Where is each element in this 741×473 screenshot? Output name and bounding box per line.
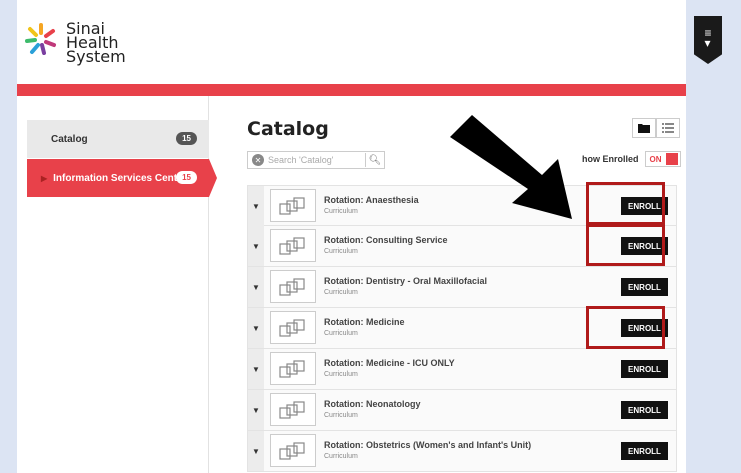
curriculum-thumbnail-icon bbox=[270, 311, 316, 344]
item-title[interactable]: Rotation: Dentistry - Oral Maxillofacial bbox=[324, 276, 487, 286]
highlight-box bbox=[586, 224, 665, 266]
logo-line-3: System bbox=[66, 47, 126, 66]
search-placeholder: Search 'Catalog' bbox=[268, 155, 334, 165]
item-subtitle: Curriculum bbox=[324, 289, 358, 296]
curriculum-thumbnail-icon bbox=[270, 270, 316, 303]
expand-caret-icon[interactable]: ▼ bbox=[248, 267, 264, 307]
item-title[interactable]: Rotation: Anaesthesia bbox=[324, 195, 419, 205]
curriculum-thumbnail-icon bbox=[270, 189, 316, 222]
expand-caret-icon[interactable]: ▼ bbox=[248, 390, 264, 430]
folder-view-icon[interactable] bbox=[632, 118, 656, 138]
expand-caret-icon[interactable]: ▼ bbox=[248, 349, 264, 389]
sinai-logo[interactable]: Sinai Health System bbox=[24, 21, 126, 66]
logo-text: Sinai Health System bbox=[66, 21, 126, 66]
enroll-button[interactable]: ENROLL bbox=[621, 442, 668, 460]
curriculum-thumbnail-icon bbox=[270, 229, 316, 262]
list-view-icon[interactable] bbox=[656, 118, 680, 138]
star-logo-icon bbox=[25, 23, 56, 55]
item-subtitle: Curriculum bbox=[324, 330, 358, 337]
sidebar-item-label: Information Services Centr... bbox=[53, 172, 189, 184]
count-badge: 15 bbox=[176, 171, 197, 184]
sidebar-item-information-services[interactable]: ▶ Information Services Centr... 15 bbox=[27, 159, 217, 197]
header-bar bbox=[17, 84, 686, 96]
enroll-button[interactable]: ENROLL bbox=[621, 360, 668, 378]
curriculum-thumbnail-icon bbox=[270, 352, 316, 385]
search-icon[interactable]: 🔍︎ bbox=[366, 155, 384, 166]
item-subtitle: Curriculum bbox=[324, 248, 358, 255]
curriculum-thumbnail-icon bbox=[270, 434, 316, 467]
toggle-label: ON bbox=[649, 154, 662, 164]
list-item[interactable]: ▼ Rotation: Medicine - ICU ONLY Curricul… bbox=[247, 349, 677, 390]
item-title[interactable]: Rotation: Medicine - ICU ONLY bbox=[324, 358, 455, 368]
enroll-button[interactable]: ENROLL bbox=[621, 278, 668, 296]
item-title[interactable]: Rotation: Obstetrics (Women's and Infant… bbox=[324, 440, 531, 450]
list-item[interactable]: ▼ Rotation: Neonatology Curriculum ENROL… bbox=[247, 390, 677, 431]
highlight-box bbox=[586, 306, 665, 349]
clear-icon[interactable]: ✕ bbox=[252, 154, 264, 166]
arrow-icon bbox=[450, 115, 572, 219]
item-title[interactable]: Rotation: Neonatology bbox=[324, 399, 421, 409]
expand-caret-icon[interactable]: ▼ bbox=[248, 226, 264, 266]
list-item[interactable]: ▼ Rotation: Obstetrics (Women's and Infa… bbox=[247, 431, 677, 472]
item-subtitle: Curriculum bbox=[324, 371, 358, 378]
count-badge: 15 bbox=[176, 132, 197, 145]
expand-caret-icon[interactable]: ▼ bbox=[248, 431, 264, 471]
item-subtitle: Curriculum bbox=[324, 412, 358, 419]
highlight-box bbox=[586, 182, 665, 225]
toggle-knob bbox=[665, 153, 678, 165]
item-title[interactable]: Rotation: Medicine bbox=[324, 317, 405, 327]
caret-right-icon: ▶ bbox=[41, 173, 48, 183]
sidebar-item-catalog[interactable]: Catalog 15 bbox=[27, 120, 209, 158]
expand-caret-icon[interactable]: ▼ bbox=[248, 308, 264, 348]
page-title: Catalog bbox=[247, 118, 329, 140]
list-item[interactable]: ▼ Rotation: Dentistry - Oral Maxillofaci… bbox=[247, 267, 677, 308]
item-subtitle: Curriculum bbox=[324, 208, 358, 215]
sidebar: Catalog 15 ▶ Information Services Centr.… bbox=[17, 96, 217, 473]
enroll-button[interactable]: ENROLL bbox=[621, 401, 668, 419]
item-subtitle: Curriculum bbox=[324, 453, 358, 460]
curriculum-thumbnail-icon bbox=[270, 393, 316, 426]
sidebar-item-label: Catalog bbox=[51, 133, 88, 145]
item-title[interactable]: Rotation: Consulting Service bbox=[324, 235, 448, 245]
search-input[interactable]: ✕ Search 'Catalog' 🔍︎ bbox=[247, 151, 385, 169]
enrolled-toggle[interactable]: ON bbox=[644, 151, 681, 167]
show-enrolled-label: how Enrolled bbox=[582, 154, 639, 164]
expand-caret-icon[interactable]: ▼ bbox=[248, 186, 264, 226]
view-toggle bbox=[632, 118, 680, 138]
show-enrolled: how Enrolled ON bbox=[582, 151, 681, 167]
menu-icon[interactable]: ≡ ▾ bbox=[694, 16, 722, 64]
